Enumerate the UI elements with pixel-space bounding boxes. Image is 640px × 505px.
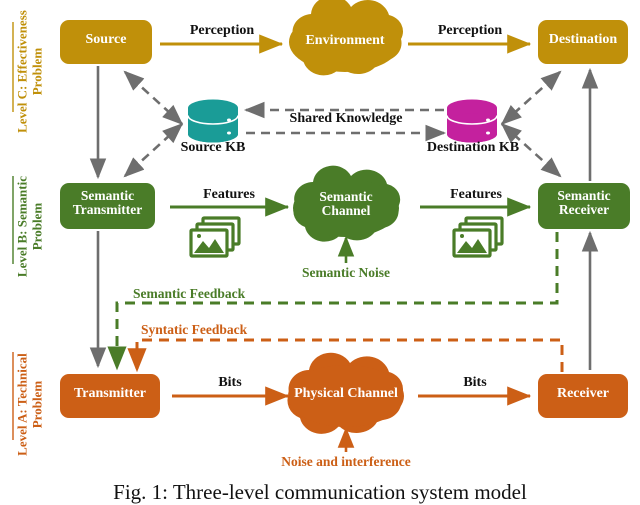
level-label-effectiveness: Level C: Effectiveness Problem	[14, 10, 44, 133]
arrow-sourcekb-source	[123, 70, 184, 126]
edge-label-features-left: Features	[203, 187, 255, 202]
edge-label-perception-left: Perception	[189, 23, 255, 38]
edge-label-shared-knowledge: Shared Knowledge	[289, 111, 403, 126]
edge-label-semantic-feedback: Semantic Feedback	[133, 286, 246, 301]
edge-label-semantic-noise: Semantic Noise	[301, 265, 391, 280]
node-destination[interactable]	[538, 20, 628, 64]
icon-source-kb[interactable]	[187, 99, 239, 143]
edge-label-noise-interference: Noise and interference	[281, 454, 411, 469]
figure-canvas: Source Environment Destination Semantic …	[0, 0, 640, 504]
node-semantic-channel[interactable]	[293, 165, 401, 242]
arrow-destinationkb-destination	[500, 70, 562, 126]
node-environment[interactable]	[289, 0, 403, 76]
edge-label-syntatic-feedback: Syntatic Feedback	[141, 322, 248, 337]
node-receiver[interactable]	[538, 374, 628, 418]
edge-label-bits-right: Bits	[463, 375, 487, 390]
level-label-semantic: Level B: Semantic Problem	[14, 176, 44, 278]
node-destination-kb-label: Destination KB	[426, 140, 520, 155]
node-source-kb-label: Source KB	[180, 140, 246, 155]
figure-caption: Fig. 1: Three-level communication system…	[113, 480, 527, 504]
edge-label-features-right: Features	[450, 187, 502, 202]
node-physical-channel[interactable]	[287, 352, 404, 434]
edge-label-perception-right: Perception	[437, 23, 503, 38]
node-semantic-transmitter[interactable]	[60, 183, 155, 229]
icon-image-stack-right	[452, 216, 504, 258]
level-label-technical: Level A: Technical Problem	[14, 353, 44, 456]
edge-label-bits-left: Bits	[218, 375, 242, 390]
diagram-graphics	[12, 0, 630, 452]
icon-image-stack-left	[189, 216, 241, 258]
icon-destination-kb[interactable]	[446, 99, 498, 143]
node-transmitter[interactable]	[60, 374, 160, 418]
node-source[interactable]	[60, 20, 152, 64]
node-semantic-receiver[interactable]	[538, 183, 630, 229]
